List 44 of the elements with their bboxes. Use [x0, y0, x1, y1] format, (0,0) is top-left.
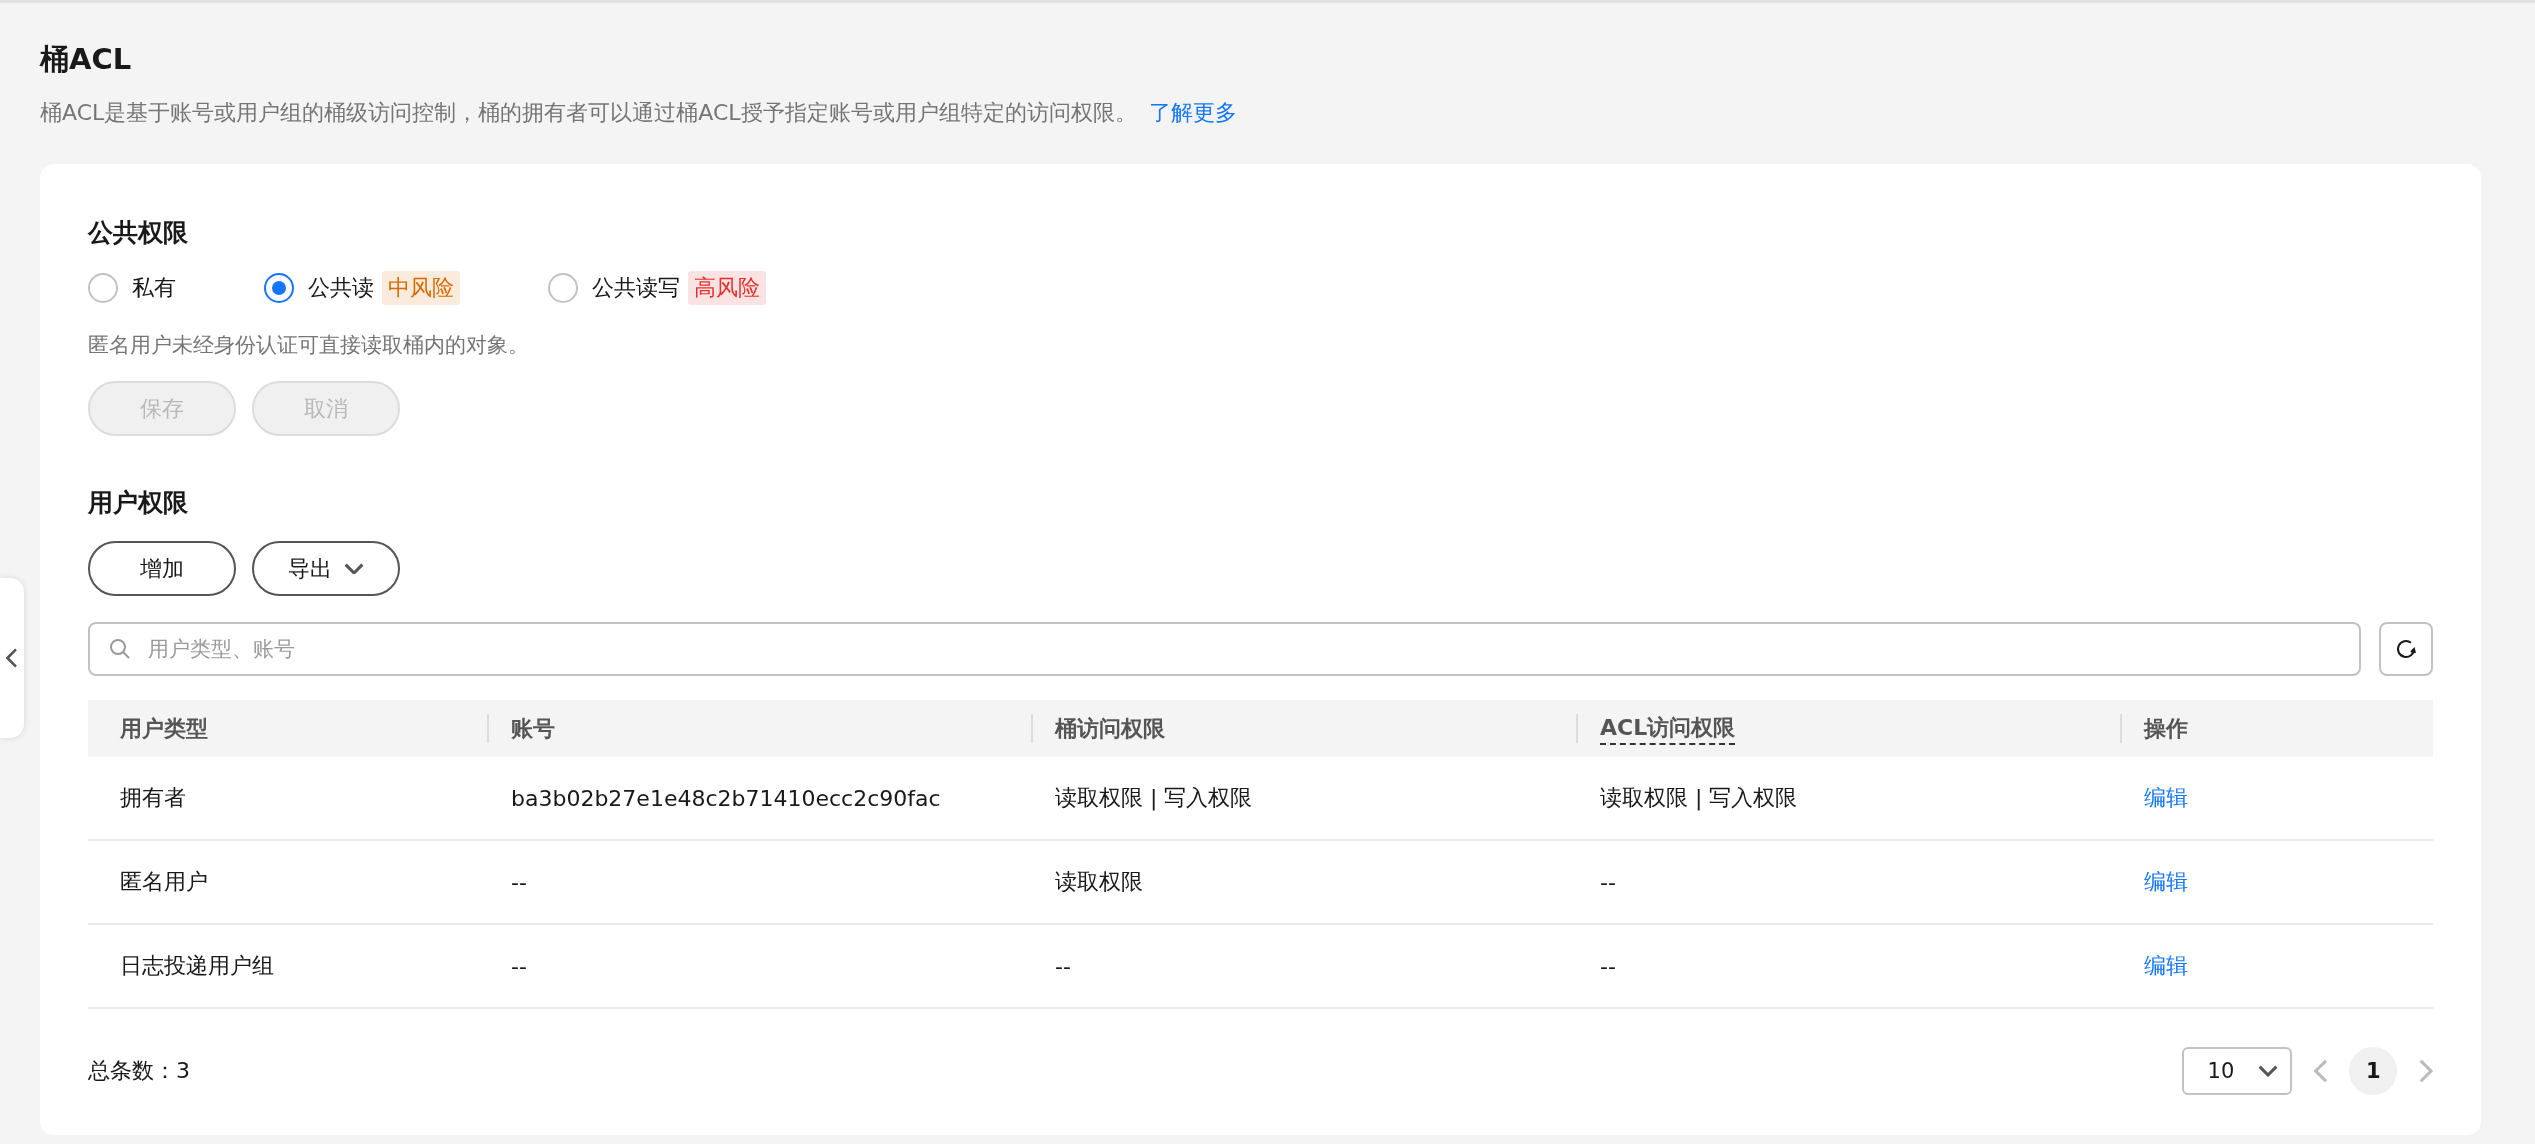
table-cell: -- [487, 841, 1031, 925]
column-header: 桶访问权限 [1031, 700, 1576, 757]
page-button[interactable]: 1 [2349, 1047, 2398, 1095]
table-cell: 读取权限 | 写入权限 [1031, 757, 1576, 841]
chevron-down-icon [344, 562, 364, 575]
chevron-right-icon [2419, 1059, 2433, 1083]
description-text: 桶ACL是基于账号或用户组的桶级访问控制，桶的拥有者可以通过桶ACL授予指定账号或用户组特定的访问权限。 [40, 100, 1137, 125]
table-cell: 日志投递用户组 [88, 925, 487, 1009]
add-button[interactable]: 增加 [88, 541, 236, 596]
search-icon [108, 637, 132, 661]
table-cell: ba3b02b27e1e48c2b71410ecc2c90fac [487, 757, 1031, 841]
column-header: 操作 [2120, 700, 2433, 757]
page-size-select[interactable]: 10 [2181, 1047, 2292, 1095]
column-header: 账号 [487, 700, 1031, 757]
chevron-down-icon [2257, 1065, 2278, 1077]
chevron-left-icon [2313, 1059, 2328, 1083]
table-cell: 读取权限 | 写入权限 [1576, 757, 2120, 841]
chevron-left-icon [6, 648, 18, 668]
table-cell: -- [1031, 925, 1576, 1009]
table-cell: 读取权限 [1031, 841, 1576, 925]
hint-text: 匿名用户未经身份认证可直接读取桶内的对象。 [88, 332, 530, 359]
radio-option[interactable]: 公共读写 高风险 [548, 271, 766, 305]
edit-link[interactable]: 编辑 [2144, 783, 2188, 813]
risk-tag: 高风险 [688, 271, 766, 305]
radio-option[interactable]: 公共读 中风险 [264, 271, 460, 305]
table-cell: -- [487, 925, 1031, 1009]
table-cell: 匿名用户 [88, 841, 487, 925]
column-header: 用户类型 [88, 700, 487, 757]
search-field[interactable]: 用户类型、账号 [88, 622, 2361, 676]
risk-tag: 中风险 [382, 271, 460, 305]
radio-option[interactable]: 私有 [88, 273, 176, 303]
table-cell: -- [1576, 841, 2120, 925]
table-cell: -- [1576, 925, 2120, 1009]
page-title: 桶ACL [40, 41, 133, 78]
table-cell: 拥有者 [88, 757, 487, 841]
refresh-button[interactable] [2379, 622, 2433, 676]
column-header: ACL访问权限 [1576, 700, 2120, 757]
learn-more-link[interactable]: 了解更多 [1148, 100, 1237, 125]
section-title: 用户权限 [88, 487, 189, 519]
dropdown-button[interactable]: 导出 [252, 541, 400, 596]
section-title: 公共权限 [88, 217, 189, 249]
edit-link[interactable]: 编辑 [2144, 951, 2188, 981]
edit-link[interactable]: 编辑 [2144, 867, 2188, 897]
total-count: 总条数：3 [88, 1057, 190, 1085]
